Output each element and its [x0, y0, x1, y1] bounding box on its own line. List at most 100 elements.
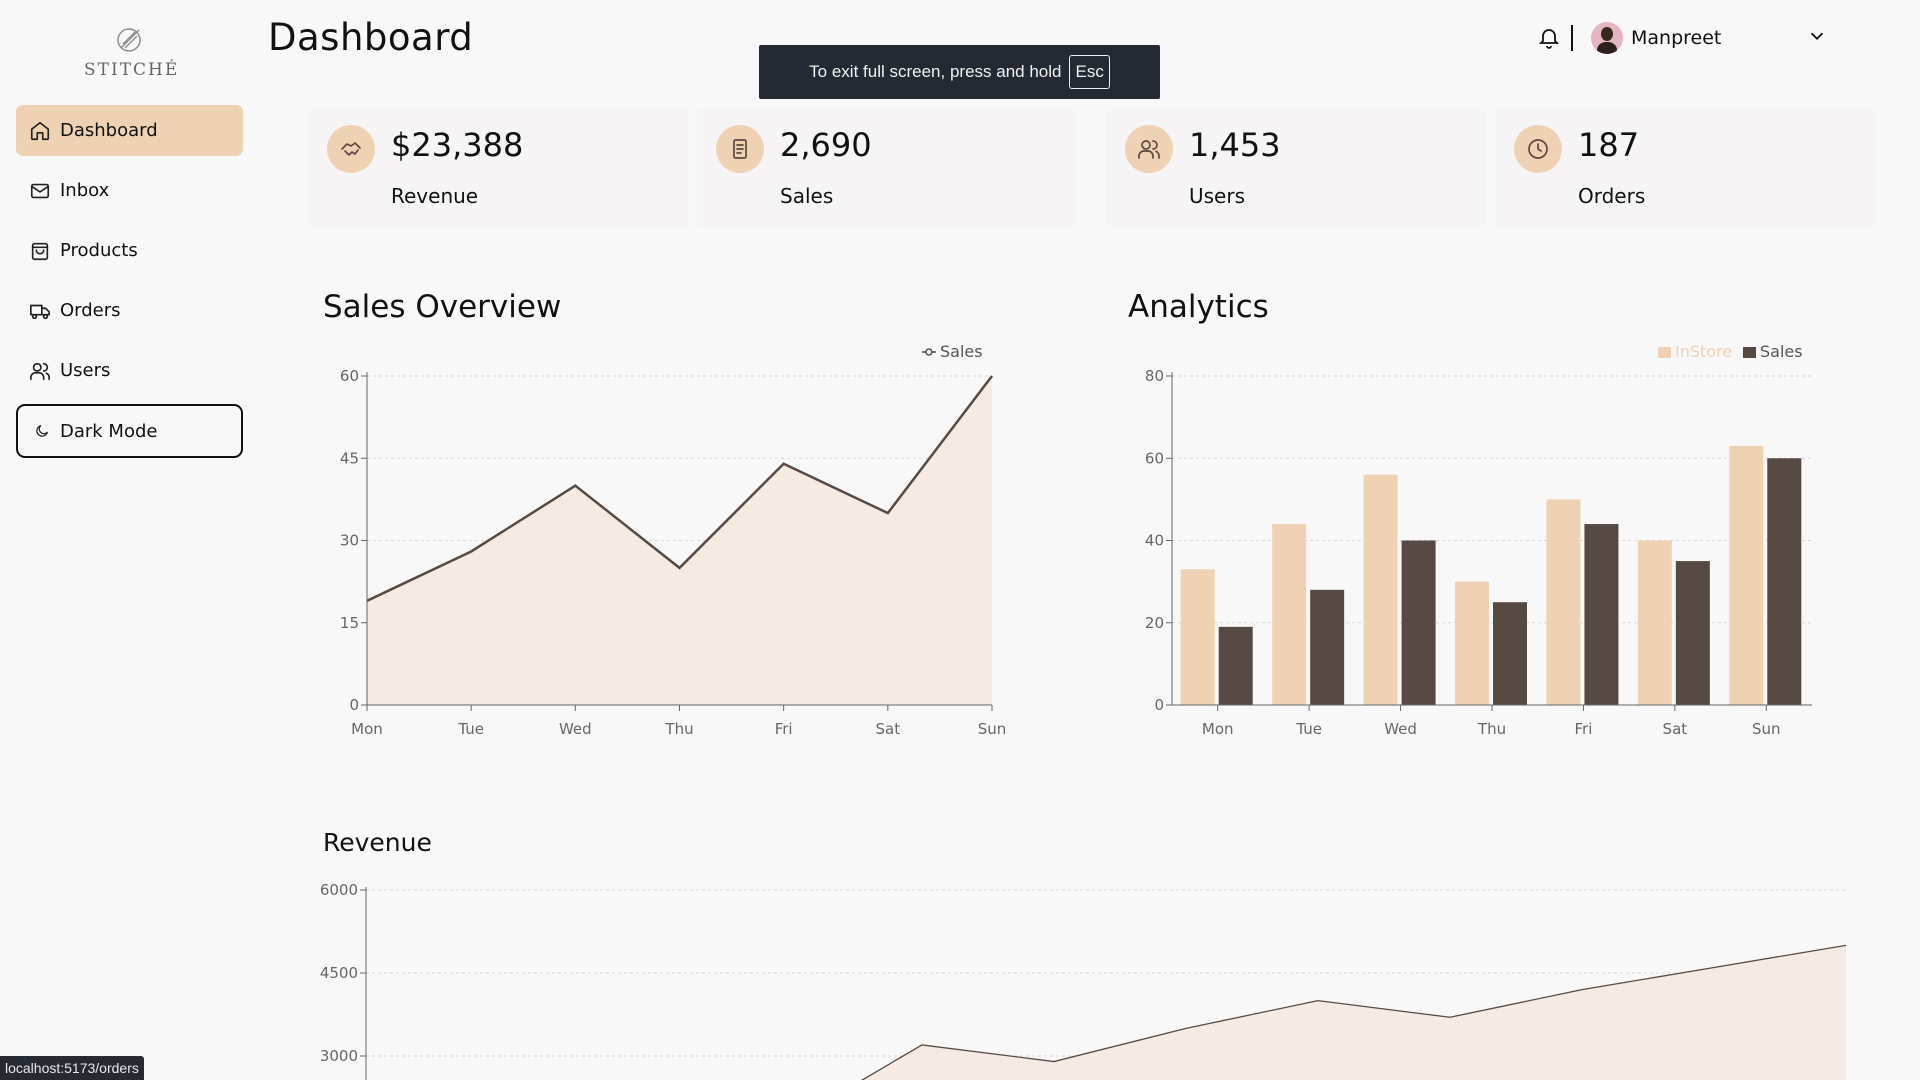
sidebar-item-dashboard[interactable]: Dashboard [16, 105, 243, 156]
toast-esc-key: Esc [1069, 55, 1110, 89]
header-divider [1571, 25, 1573, 51]
analytics-chart: 0 20 40 60 80 Mon Tue Wed Thu Fri Sat Sun InStore Sal… [1145, 342, 1812, 738]
y-tick-label: 0 [1154, 696, 1164, 714]
legend-marker-sales [925, 348, 933, 356]
y-tick-label: 80 [1145, 367, 1164, 385]
stat-card-users: 1,453 Users [1106, 108, 1486, 228]
toast-message: To exit full screen, press and hold [809, 62, 1062, 81]
stat-value: $23,388 [391, 126, 524, 164]
bar-instore [1272, 524, 1307, 705]
truck-icon [28, 299, 52, 323]
avatar[interactable] [1591, 22, 1623, 54]
stat-label: Users [1189, 184, 1246, 208]
revenue-title: Revenue [323, 828, 432, 857]
revenue-area [790, 945, 1846, 1080]
fullscreen-toast: To exit full screen, press and hold Esc [759, 45, 1160, 99]
bar-instore [1363, 474, 1398, 705]
legend-label: Sales [1760, 342, 1803, 361]
stat-value: 187 [1578, 126, 1640, 164]
header-user-area: Manpreet [1537, 22, 1828, 54]
legend-label: InStore [1675, 342, 1732, 361]
mail-icon [28, 179, 52, 203]
stat-value: 2,690 [780, 126, 872, 164]
sales-overview-title: Sales Overview [323, 289, 562, 325]
bar-sales [1767, 458, 1802, 705]
logo-mark-icon [117, 28, 141, 52]
bar-sales [1218, 626, 1253, 705]
stat-value: 1,453 [1189, 126, 1281, 164]
sidebar-item-inbox[interactable]: Inbox [16, 165, 243, 216]
bar-instore [1455, 581, 1489, 705]
sidebar-item-label: Users [60, 360, 111, 381]
bar-sales [1310, 589, 1345, 705]
x-tick-label: Sun [978, 720, 1007, 738]
x-tick-label: Sat [876, 720, 901, 738]
sidebar-item-label: Products [60, 240, 138, 261]
dark-mode-toggle[interactable]: Dark Mode [16, 404, 243, 458]
y-tick-label: 20 [1145, 614, 1164, 632]
dark-mode-label: Dark Mode [60, 420, 158, 442]
y-tick-label: 6000 [320, 881, 358, 899]
x-tick-label: Tue [457, 720, 484, 738]
sidebar-item-label: Dashboard [60, 120, 158, 141]
x-tick-label: Fri [775, 720, 793, 738]
y-tick-label: 30 [340, 532, 359, 550]
bar-instore [1180, 569, 1215, 705]
x-tick-label: Mon [1202, 720, 1234, 738]
users-icon [1125, 125, 1173, 173]
sidebar-item-products[interactable]: Products [16, 225, 243, 276]
x-tick-label: Thu [1477, 720, 1506, 738]
home-icon [28, 119, 52, 143]
clock-icon [1514, 125, 1562, 173]
sidebar-item-label: Inbox [60, 180, 110, 201]
chevron-down-icon[interactable] [1806, 25, 1828, 51]
stat-label: Revenue [391, 184, 479, 208]
y-tick-label: 40 [1145, 532, 1164, 550]
sales-overview-chart: 0 15 30 45 60 Mon Tue Wed Thu Fri Sat Sun Sales [340, 342, 1007, 738]
bar-sales [1493, 602, 1527, 705]
sidebar-item-orders[interactable]: Orders [16, 285, 243, 336]
bar-sales [1584, 524, 1619, 705]
stat-card-sales: 2,690 Sales [697, 108, 1077, 228]
bar-sales [1675, 561, 1710, 705]
sidebar-item-users[interactable]: Users [16, 345, 243, 396]
legend-label: Sales [940, 342, 983, 361]
bar-instore [1729, 445, 1764, 705]
legend-swatch-sales [1743, 347, 1756, 358]
stat-card-revenue: $23,388 Revenue [308, 108, 688, 228]
sidebar: STITCHÉ Dashboard Inbox Products Orders … [0, 0, 260, 1080]
x-tick-label: Fri [1574, 720, 1592, 738]
bell-icon[interactable] [1537, 25, 1563, 51]
bar-sales [1401, 540, 1436, 705]
handshake-icon [327, 125, 375, 173]
stat-label: Sales [780, 184, 834, 208]
x-tick-label: Tue [1295, 720, 1322, 738]
page-title: Dashboard [268, 16, 474, 59]
y-tick-label: 60 [340, 367, 359, 385]
y-tick-label: 3000 [320, 1047, 358, 1065]
logo[interactable]: STITCHÉ [84, 24, 180, 80]
x-tick-label: Sat [1663, 720, 1688, 738]
x-tick-label: Mon [351, 720, 383, 738]
shopping-bag-icon [28, 239, 52, 263]
stat-label: Orders [1578, 184, 1646, 208]
stat-card-orders: 187 Orders [1495, 108, 1875, 228]
logo-text: STITCHÉ [84, 60, 180, 80]
bar-instore [1637, 540, 1672, 705]
bar-instore [1546, 499, 1581, 705]
moon-icon [32, 419, 52, 443]
x-tick-label: Sun [1752, 720, 1781, 738]
analytics-title: Analytics [1128, 289, 1269, 325]
y-tick-label: 0 [349, 696, 359, 714]
user-name[interactable]: Manpreet [1631, 27, 1806, 49]
x-tick-label: Wed [1384, 720, 1417, 738]
revenue-chart: 3000 4500 6000 [320, 881, 1847, 1080]
y-tick-label: 60 [1145, 449, 1164, 467]
y-tick-label: 15 [340, 614, 359, 632]
x-tick-label: Wed [559, 720, 592, 738]
receipt-icon [716, 125, 764, 173]
sidebar-item-label: Orders [60, 300, 121, 321]
legend-swatch-instore [1658, 347, 1671, 358]
y-tick-label: 4500 [320, 964, 358, 982]
y-tick-label: 45 [340, 449, 359, 467]
